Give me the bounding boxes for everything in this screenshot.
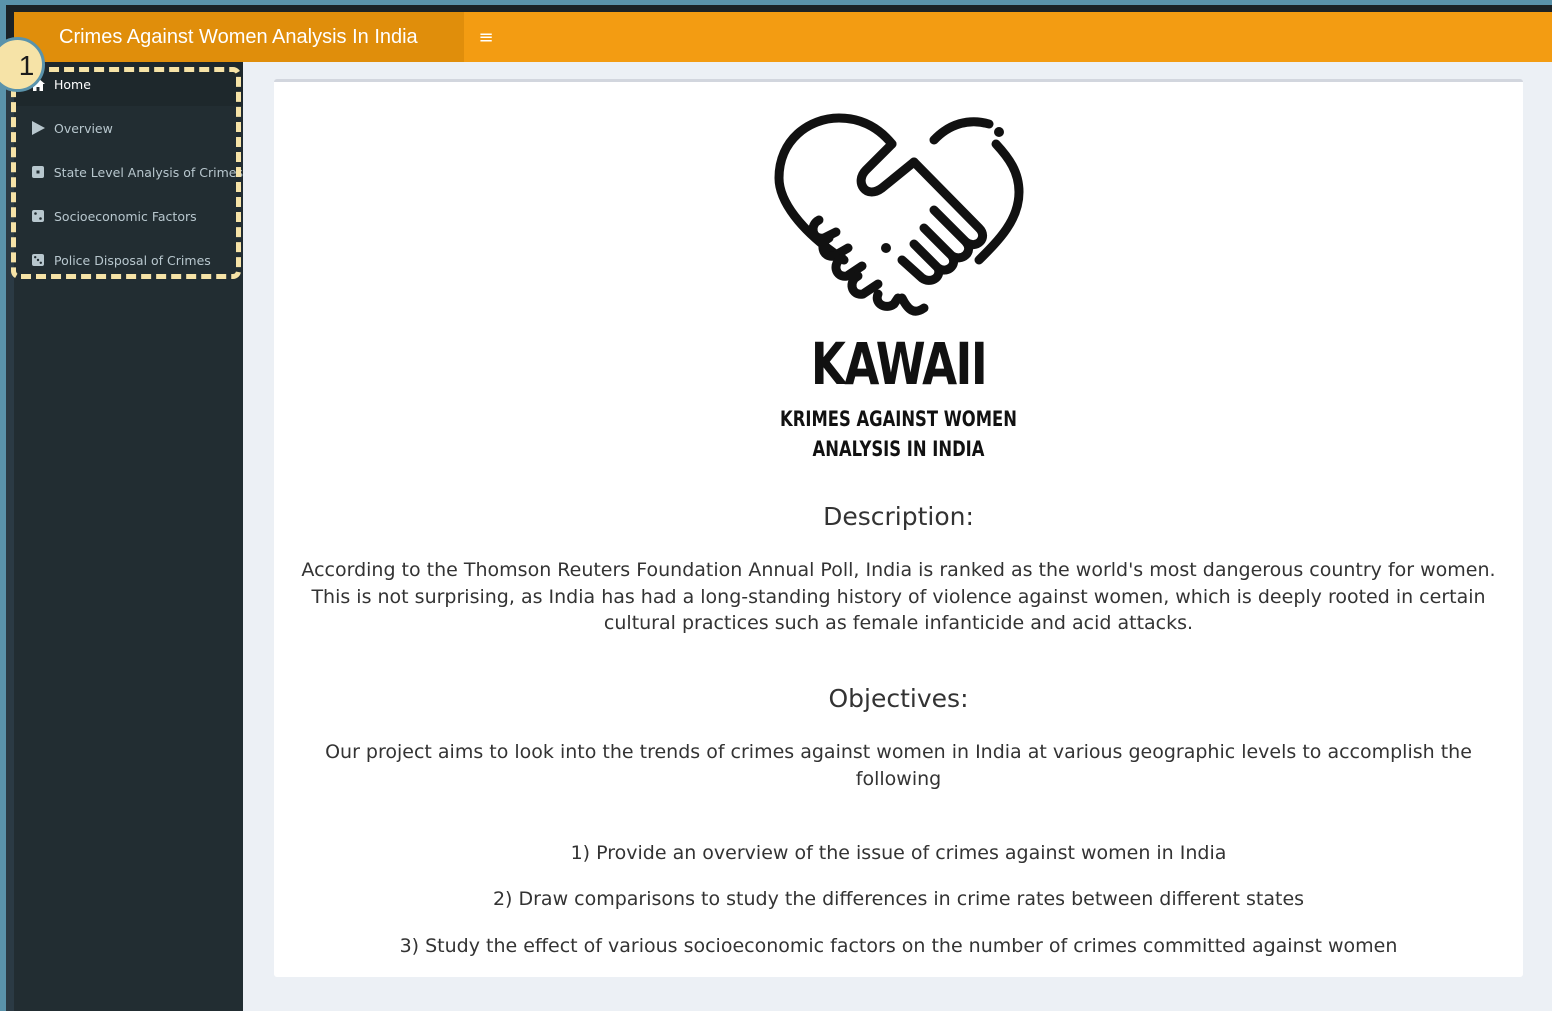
- sidebar-toggle-button[interactable]: ≡: [464, 12, 508, 62]
- app-title[interactable]: Crimes Against Women Analysis In India: [14, 12, 464, 62]
- window-frame: Crimes Against Women Analysis In India ≡…: [0, 0, 1552, 1011]
- description-text: According to the Thomson Reuters Foundat…: [301, 559, 1496, 634]
- sidebar-highlight-outline: [11, 67, 241, 279]
- logo-subtitle: KRIMES AGAINST WOMEN ANALYSIS IN INDIA: [411, 404, 1385, 464]
- top-header: Crimes Against Women Analysis In India ≡: [14, 12, 1552, 62]
- handshake-heart-icon: [774, 110, 1024, 325]
- description-heading: Description:: [823, 502, 974, 531]
- content-box: KAWAII KRIMES AGAINST WOMEN ANALYSIS IN …: [274, 79, 1523, 977]
- hamburger-icon: ≡: [478, 26, 494, 48]
- objectives-intro: Our project aims to look into the trends…: [325, 741, 1472, 790]
- objective-item-2: 2) Draw comparisons to study the differe…: [492, 888, 1305, 910]
- objectives-heading: Objectives:: [828, 684, 969, 713]
- objective-item-1: 1) Provide an overview of the issue of c…: [570, 842, 1227, 864]
- logo-subtitle-line-2: ANALYSIS IN INDIA: [812, 437, 985, 461]
- callout-number: 1: [18, 49, 35, 81]
- objective-item-3: 3) Study the effect of various socioecon…: [399, 935, 1398, 957]
- logo-subtitle-line-1: KRIMES AGAINST WOMEN: [780, 407, 1017, 431]
- main-content: KAWAII KRIMES AGAINST WOMEN ANALYSIS IN …: [243, 62, 1552, 1011]
- logo-title: KAWAII: [810, 330, 988, 398]
- app-title-text: Crimes Against Women Analysis In India: [59, 25, 418, 48]
